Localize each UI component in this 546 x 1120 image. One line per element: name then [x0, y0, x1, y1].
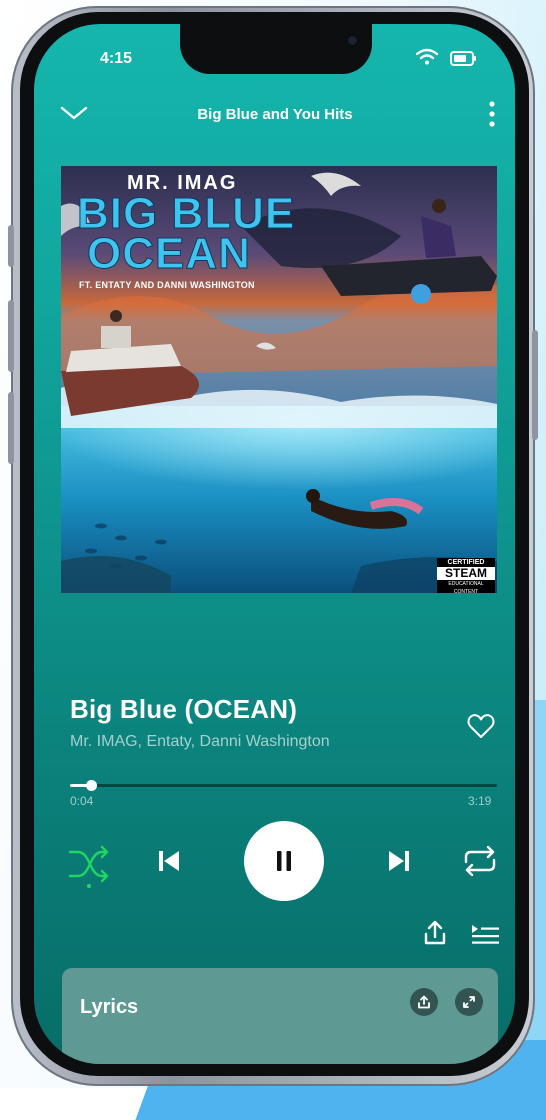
track-title: Big Blue (OCEAN)	[70, 694, 298, 724]
dynamic-island	[180, 24, 372, 74]
pause-button[interactable]	[244, 821, 324, 901]
pause-icon	[277, 851, 291, 871]
share-button[interactable]	[420, 918, 450, 948]
cover-subtitle: FT. ENTATY AND DANNI WASHINGTON	[79, 280, 255, 290]
heart-icon	[467, 714, 495, 738]
progress-knob[interactable]	[86, 780, 98, 791]
next-button[interactable]	[382, 844, 416, 878]
share-icon	[418, 995, 430, 1009]
badge-line2: STEAM	[445, 566, 487, 580]
lyrics-share-button[interactable]	[410, 988, 438, 1016]
volume-down-button	[8, 392, 14, 464]
previous-icon	[159, 851, 179, 871]
more-vertical-icon	[489, 101, 495, 127]
elapsed-time: 0:04	[70, 794, 94, 808]
progress-bar[interactable]	[70, 780, 497, 791]
lyrics-card[interactable]: Lyrics	[62, 968, 498, 1064]
shuffle-button[interactable]	[64, 840, 114, 890]
repeat-button[interactable]	[458, 842, 502, 880]
album-cover: MR. IMAG BIG BLUE OCEAN FT. ENTATY AND D…	[61, 166, 497, 593]
now-playing-screen: 4:15 Big Blue and You Hits MR. IMAG BIG …	[34, 24, 515, 1064]
previous-button[interactable]	[152, 844, 186, 878]
volume-up-button	[8, 300, 14, 372]
camera-icon	[348, 36, 357, 45]
share-icon	[424, 920, 446, 945]
power-button	[532, 330, 538, 440]
repeat-icon	[464, 846, 496, 876]
queue-icon	[472, 925, 499, 944]
total-time: 3:19	[468, 794, 492, 808]
track-artists: Mr. IMAG, Entaty, Danni Washington	[70, 733, 330, 750]
chevron-down-icon	[60, 106, 88, 120]
collapse-button[interactable]	[56, 98, 92, 128]
playlist-title: Big Blue and You Hits	[197, 106, 353, 123]
more-options-button[interactable]	[480, 98, 504, 130]
queue-button[interactable]	[468, 920, 502, 948]
shuffle-icon	[68, 845, 109, 888]
cover-title-line2: OCEAN	[87, 229, 251, 278]
battery-icon	[450, 51, 474, 66]
action-button	[8, 225, 14, 267]
battery-level	[454, 55, 466, 62]
like-button[interactable]	[464, 710, 498, 742]
status-time: 4:15	[100, 50, 133, 67]
lyrics-label: Lyrics	[80, 996, 139, 1018]
next-icon	[389, 851, 409, 871]
expand-icon	[463, 996, 475, 1008]
lyrics-expand-button[interactable]	[455, 988, 483, 1016]
badge-line3: EDUCATIONAL CONTENT	[437, 580, 495, 593]
certified-steam-badge: CERTIFIED STEAM EDUCATIONAL CONTENT	[437, 558, 495, 593]
battery-cap	[474, 56, 476, 61]
wifi-icon	[416, 48, 438, 65]
